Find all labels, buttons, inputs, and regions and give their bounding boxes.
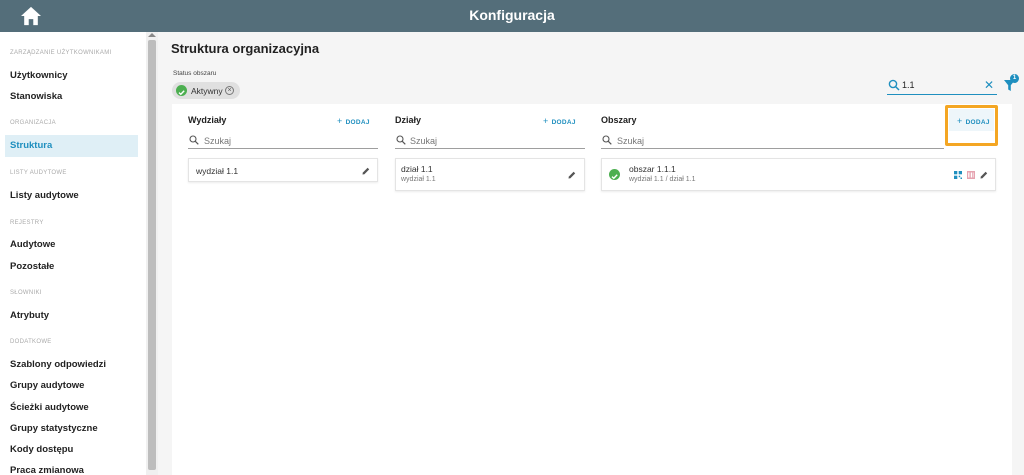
search-icon bbox=[602, 135, 612, 145]
column-title-areas: Obszary bbox=[601, 115, 637, 125]
sidebar-item-answer-templates[interactable]: Szablony odpowiedzi bbox=[10, 359, 106, 370]
add-department-button[interactable]: + DODAJ bbox=[337, 116, 370, 126]
active-status-icon bbox=[609, 169, 620, 180]
sidebar-item-access-codes[interactable]: Kody dostępu bbox=[10, 444, 73, 455]
area-card[interactable] bbox=[601, 158, 996, 191]
status-filter-label: Status obszaru bbox=[173, 70, 217, 77]
division-card-title: dział 1.1 bbox=[401, 164, 433, 174]
qr-code-icon[interactable] bbox=[954, 171, 962, 179]
status-chip-label: Aktywny bbox=[191, 86, 223, 96]
sidebar-item-audit-paths[interactable]: Ścieżki audytowe bbox=[10, 402, 89, 413]
scrollbar-thumb[interactable] bbox=[148, 40, 156, 470]
divisions-search-placeholder: Szukaj bbox=[410, 136, 438, 146]
sidebar-item-structure[interactable]: Struktura bbox=[10, 140, 52, 151]
sidebar-item-audit-lists[interactable]: Listy audytowe bbox=[10, 190, 79, 201]
area-card-title: obszar 1.1.1 bbox=[629, 164, 676, 174]
sidebar-item-users[interactable]: Użytkownicy bbox=[10, 70, 68, 81]
sidebar-item-audit-registers[interactable]: Audytowe bbox=[10, 239, 55, 250]
sidebar-item-attributes[interactable]: Atrybuty bbox=[10, 310, 49, 321]
sidebar: ZARZĄDZANIE UŻYTKOWNIKAMI Użytkownicy St… bbox=[0, 32, 146, 475]
plus-icon: + bbox=[957, 116, 963, 126]
chip-remove-icon[interactable]: × bbox=[225, 86, 234, 95]
sidebar-section-additional: DODATKOWE bbox=[10, 339, 52, 345]
sidebar-item-shift-work[interactable]: Praca zmianowa bbox=[10, 465, 84, 475]
search-icon bbox=[888, 79, 900, 91]
sidebar-item-audit-groups[interactable]: Grupy audytowe bbox=[10, 380, 84, 391]
filter-count-badge: 1 bbox=[1010, 74, 1019, 83]
sidebar-section-audit-lists: LISTY AUDYTOWE bbox=[10, 170, 67, 176]
sidebar-item-stat-groups[interactable]: Grupy statystyczne bbox=[10, 423, 98, 434]
departments-search-placeholder: Szukaj bbox=[204, 136, 232, 146]
search-icon bbox=[189, 135, 199, 145]
sidebar-scrollbar[interactable] bbox=[146, 32, 158, 475]
add-area-button[interactable]: + DODAJ bbox=[957, 116, 990, 126]
plus-icon: + bbox=[337, 116, 343, 126]
edit-pencil-icon[interactable] bbox=[980, 171, 988, 179]
sidebar-section-dictionaries: SŁOWNIKI bbox=[10, 290, 42, 296]
area-card-subtitle: wydział 1.1 / dział 1.1 bbox=[629, 176, 696, 183]
edit-pencil-icon[interactable] bbox=[568, 171, 576, 179]
division-card-subtitle: wydział 1.1 bbox=[401, 176, 436, 183]
sidebar-item-positions[interactable]: Stanowiska bbox=[10, 91, 62, 102]
scroll-up-arrow-icon[interactable] bbox=[148, 33, 156, 37]
column-title-divisions: Działy bbox=[395, 115, 422, 125]
clear-search-icon[interactable]: ✕ bbox=[984, 79, 994, 91]
plus-icon: + bbox=[543, 116, 549, 126]
add-division-button[interactable]: + DODAJ bbox=[543, 116, 576, 126]
search-icon bbox=[396, 135, 406, 145]
sidebar-section-organization: ORGANIZACJA bbox=[10, 120, 56, 126]
column-title-departments: Wydziały bbox=[188, 115, 227, 125]
top-bar: Konfiguracja bbox=[0, 0, 1024, 32]
page-title: Struktura organizacyjna bbox=[171, 41, 320, 56]
check-circle-icon bbox=[176, 85, 187, 96]
sidebar-section-users: ZARZĄDZANIE UŻYTKOWNIKAMI bbox=[10, 50, 112, 56]
division-card[interactable] bbox=[395, 158, 585, 191]
edit-pencil-icon[interactable] bbox=[362, 167, 370, 175]
areas-search-input[interactable] bbox=[601, 133, 944, 149]
sidebar-section-registers: REJESTRY bbox=[10, 220, 44, 226]
app-title: Konfiguracja bbox=[469, 7, 555, 23]
main-search-value: 1.1 bbox=[902, 80, 915, 90]
areas-search-placeholder: Szukaj bbox=[617, 136, 645, 146]
barcode-icon[interactable] bbox=[967, 171, 975, 179]
sidebar-item-other-registers[interactable]: Pozostałe bbox=[10, 261, 54, 272]
department-card-title: wydział 1.1 bbox=[196, 166, 239, 176]
